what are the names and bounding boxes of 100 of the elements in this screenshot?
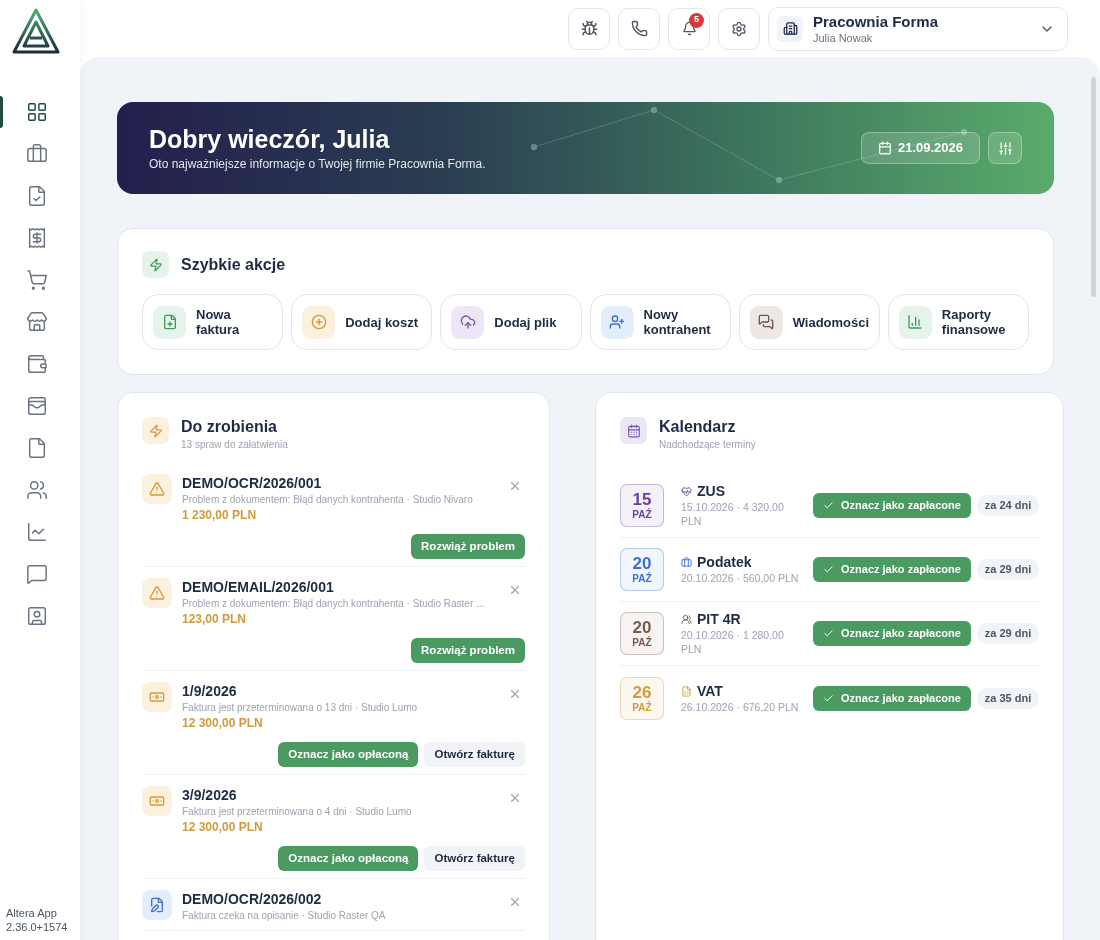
section-subtitle: Nadchodzące terminy [659,438,756,452]
greeting-title: Dobry wieczór, Julia [149,124,391,155]
todo-description: Problem z dokumentem: Błąd danych kontrahenta · Studio Raster ... [182,597,486,611]
due-badge: za 29 dni [976,623,1040,644]
store-icon [26,311,48,333]
settings-button[interactable] [718,7,760,50]
greeting-subtitle: Oto najważniejsze informacje o Twojej firmie Pracownia Forma. [149,156,487,173]
bug-button[interactable] [568,7,610,50]
todo-amount: 123,00 PLN [182,611,248,628]
secondary-action-button[interactable]: Otwórz fakturę [424,742,525,767]
todo-title: 1/9/2026 [182,682,238,700]
document-edit-icon [149,897,165,913]
check-icon [823,500,834,511]
secondary-action-button[interactable]: Otwórz fakturę [424,846,525,871]
notification-badge: 5 [689,12,704,28]
bell-icon [681,21,697,36]
due-badge: za 29 dni [976,559,1040,580]
version-text: Altera App [6,906,58,920]
settings-icon [731,20,747,37]
plus-circle-icon [310,314,327,330]
event-details: 20.10.2026 · 1 280,00 PLN [681,628,785,656]
check-icon [823,692,834,704]
mark-paid-button[interactable]: Oznacz jako zapłacone [813,493,971,518]
calendar-icon [877,141,892,155]
date-button[interactable]: 21.09.2026 [860,132,980,164]
event-details: 20.10.2026 · 560,00 PLN [681,571,800,585]
warning-icon [149,481,165,497]
primary-action-button[interactable]: Oznacz jako opłaconą [278,742,419,767]
event-details: 26.10.2026 · 676,20 PLN [681,699,800,714]
message-icon [26,563,48,585]
document-icon [681,685,692,697]
building-icon [782,21,798,36]
file-icon [26,437,48,459]
event-title: Podatek [697,554,752,571]
bug-icon [580,20,598,37]
mark-paid-button[interactable]: Oznacz jako zapłacone [813,685,971,711]
date-tile: 26 PAŹ [620,676,664,720]
todo-amount: 12 300,00 PLN [182,819,264,836]
logo-icon [12,8,60,54]
mark-paid-button[interactable]: Oznacz jako zapłacone [813,557,971,582]
receipt-icon [26,227,48,249]
due-badge: za 35 dni [976,687,1040,709]
version-text: 2.36.0+1574 [6,920,69,934]
file-plus-icon [161,314,178,330]
event-details: 15.10.2026 · 4 320,00 PLN [681,500,785,528]
close-icon [508,791,522,805]
event-title: ZUS [697,483,725,500]
close-icon [508,479,522,493]
section-title: Kalendarz [659,417,737,437]
users-icon [26,479,48,501]
mark-paid-button[interactable]: Oznacz jako zapłacone [813,621,971,646]
calendar-icon [626,423,641,438]
primary-action-button[interactable]: Oznacz jako opłaconą [278,846,419,871]
todo-description: Problem z dokumentem: Błąd danych kontrahenta · Studio Nivaro [182,493,474,507]
filter-button[interactable] [988,132,1022,164]
quick-action-button[interactable]: Nowy kontrahent [589,294,731,350]
quick-action-button[interactable]: Dodaj plik [440,294,582,350]
notifications-button[interactable]: 5 [668,7,710,50]
primary-action-button[interactable]: Rozwiąż problem [411,534,525,559]
event-title: PIT 4R [697,611,741,628]
phone-button[interactable] [618,7,660,50]
todo-amount: 12 300,00 PLN [182,715,264,732]
date-tile: 20 PAŹ [620,548,664,591]
phone-icon [630,20,648,37]
heart-icon [681,486,692,497]
check-icon [823,628,834,639]
cloud-upload-icon [459,314,476,330]
grid-icon [26,101,48,123]
bar-chart-icon [907,314,924,330]
todo-title: DEMO/OCR/2026/001 [182,474,323,492]
date-tile: 15 PAŹ [620,484,664,527]
quick-action-button[interactable]: Dodaj koszt [291,294,433,350]
company-selector[interactable]: Pracownia Forma Julia Nowak [768,6,1068,51]
document-check-icon [26,185,48,207]
section-title: Szybkie akcje [181,254,286,275]
cart-icon [26,269,48,291]
todo-amount: 1 230,00 PLN [182,507,258,524]
banknote-icon [149,689,165,705]
nav-item[interactable] [24,267,50,293]
todo-title: DEMO/OCR/2026/002 [182,890,323,908]
quick-action-button[interactable]: Nowa faktura [142,294,284,350]
close-icon [508,895,522,909]
event-title: VAT [697,682,723,700]
users-icon [681,614,692,625]
active-indicator [0,96,3,128]
quick-action-button[interactable]: Wiadomości [738,294,880,350]
quick-action-button[interactable]: Raporty finansowe [887,294,1029,350]
messages-icon [758,314,775,330]
warning-icon [149,585,165,601]
section-title: Do zrobienia [181,417,278,437]
todo-title: 3/9/2026 [182,786,238,804]
user-name: Julia Nowak [813,30,874,45]
primary-action-button[interactable]: Rozwiąż problem [411,638,525,663]
check-icon [823,564,834,575]
lightning-icon [148,423,163,438]
company-name: Pracownia Forma [813,12,940,31]
todo-title: DEMO/EMAIL/2026/001 [182,578,335,596]
banknote-icon [149,793,165,809]
user-card-icon [26,605,48,627]
user-plus-icon [609,314,625,330]
